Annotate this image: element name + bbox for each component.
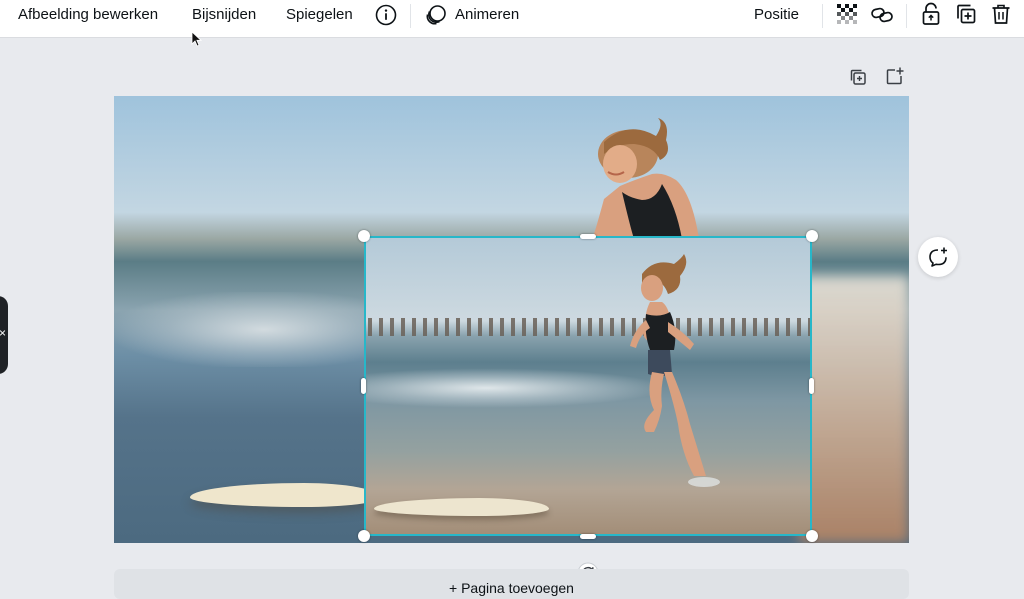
resize-handle-bottom-right[interactable]: [806, 530, 818, 542]
toolbar-divider: [822, 4, 823, 28]
resize-handle-bottom-left[interactable]: [358, 530, 370, 542]
resize-handle-top-right[interactable]: [806, 230, 818, 242]
background-wave: [114, 292, 364, 367]
top-toolbar: Afbeelding bewerken Bijsnijden Spiegelen…: [0, 0, 1024, 37]
resize-handle-left[interactable]: [361, 378, 366, 394]
background-sand: [799, 276, 909, 543]
close-icon: ×: [0, 326, 7, 340]
link-icon[interactable]: [870, 4, 894, 26]
toolbar-divider: [906, 4, 907, 28]
wave-foam: [366, 368, 666, 408]
animate-button[interactable]: Animeren: [455, 0, 519, 30]
lock-icon[interactable]: [921, 2, 941, 26]
add-page-label: + Pagina toevoegen: [449, 580, 574, 596]
resize-handle-top[interactable]: [580, 234, 596, 239]
runner-figure-large: [564, 114, 704, 244]
toolbar-divider: [410, 4, 411, 28]
duplicate-icon[interactable]: [955, 3, 977, 25]
trash-icon[interactable]: [990, 3, 1012, 25]
resize-handle-right[interactable]: [809, 378, 814, 394]
resize-handle-top-left[interactable]: [358, 230, 370, 242]
add-comment-button[interactable]: [918, 237, 958, 277]
transparency-icon[interactable]: [837, 4, 857, 24]
animate-icon[interactable]: [424, 3, 448, 27]
selected-image-frame[interactable]: [364, 236, 812, 536]
mouse-cursor-icon: [191, 31, 203, 52]
add-comment-icon: [929, 247, 947, 267]
add-page-icon[interactable]: [885, 66, 905, 86]
side-panel-toggle[interactable]: ×: [0, 296, 8, 374]
resize-handle-bottom[interactable]: [580, 534, 596, 539]
add-page-button[interactable]: + Pagina toevoegen: [114, 569, 909, 599]
pier-posts: [368, 318, 810, 336]
copy-page-icon[interactable]: [849, 68, 867, 86]
crop-button[interactable]: Bijsnijden: [192, 0, 256, 30]
surfboard: [374, 498, 549, 516]
position-button[interactable]: Positie: [754, 0, 799, 30]
info-icon[interactable]: [375, 4, 397, 26]
background-surfboard: [190, 483, 380, 507]
edit-image-button[interactable]: Afbeelding bewerken: [18, 0, 158, 30]
flip-button[interactable]: Spiegelen: [286, 0, 353, 30]
runner-figure: [624, 254, 744, 499]
